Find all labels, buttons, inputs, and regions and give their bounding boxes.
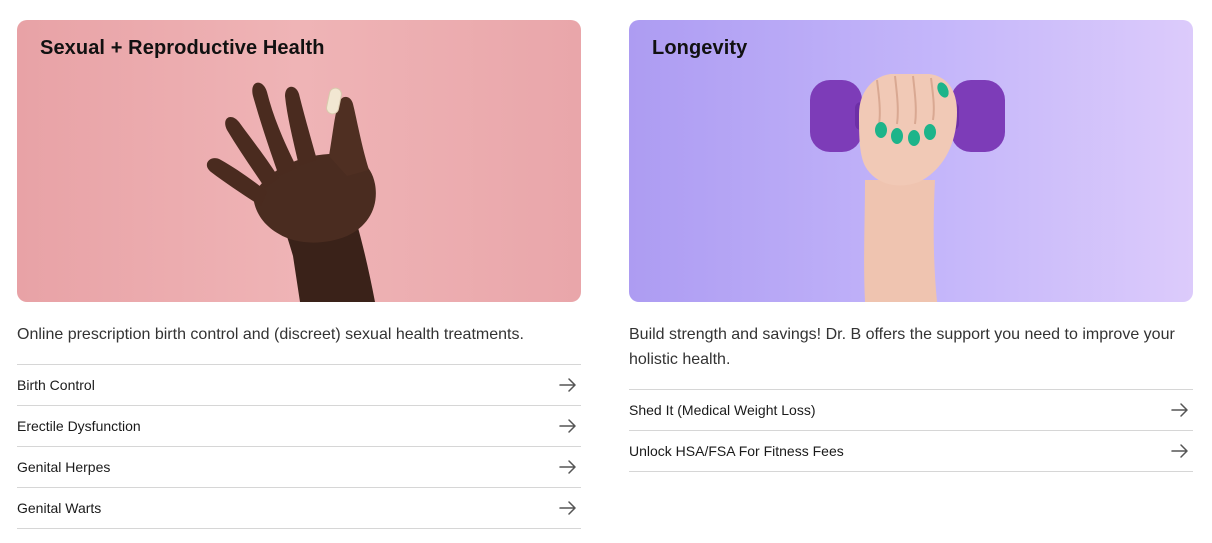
arrow-right-icon xyxy=(1171,444,1188,458)
link-erectile-dysfunction[interactable]: Erectile Dysfunction xyxy=(17,406,581,447)
link-genital-herpes[interactable]: Genital Herpes xyxy=(17,447,581,488)
card-description: Online prescription birth control and (d… xyxy=(17,326,524,343)
arrow-right-icon xyxy=(559,378,576,392)
category-cards: Sexual + Reproductive Health Online pres… xyxy=(0,0,1212,543)
link-genital-warts[interactable]: Genital Warts xyxy=(17,488,581,529)
card-hero-image[interactable]: Longevity xyxy=(629,20,1193,302)
card-hero-image[interactable]: Sexual + Reproductive Health xyxy=(17,20,581,302)
arrow-right-icon xyxy=(559,460,576,474)
arrow-right-icon xyxy=(1171,403,1188,417)
link-label: Unlock HSA/FSA For Fitness Fees xyxy=(629,443,844,459)
card-title: Sexual + Reproductive Health xyxy=(40,37,325,59)
arrow-right-icon xyxy=(559,419,576,433)
card-title: Longevity xyxy=(652,37,748,59)
hand-holding-dumbbell-image xyxy=(810,74,1005,302)
link-label: Erectile Dysfunction xyxy=(17,418,141,434)
card-link-list: Shed It (Medical Weight Loss) Unlock HSA… xyxy=(629,389,1193,472)
card-description: Build strength and savings! Dr. B offers… xyxy=(629,326,1175,368)
card-sexual-reproductive-health: Sexual + Reproductive Health Online pres… xyxy=(17,20,581,529)
link-label: Genital Herpes xyxy=(17,459,111,475)
card-longevity: Longevity Build strength and savings! Dr… xyxy=(629,20,1193,472)
link-label: Shed It (Medical Weight Loss) xyxy=(629,402,816,418)
arrow-right-icon xyxy=(559,501,576,515)
card-link-list: Birth Control Erectile Dysfunction Genit… xyxy=(17,364,581,529)
link-shed-it[interactable]: Shed It (Medical Weight Loss) xyxy=(629,390,1193,431)
link-birth-control[interactable]: Birth Control xyxy=(17,365,581,406)
link-label: Birth Control xyxy=(17,377,95,393)
hand-holding-pill-image xyxy=(206,82,376,302)
link-unlock-hsa-fsa[interactable]: Unlock HSA/FSA For Fitness Fees xyxy=(629,431,1193,472)
link-label: Genital Warts xyxy=(17,500,102,516)
